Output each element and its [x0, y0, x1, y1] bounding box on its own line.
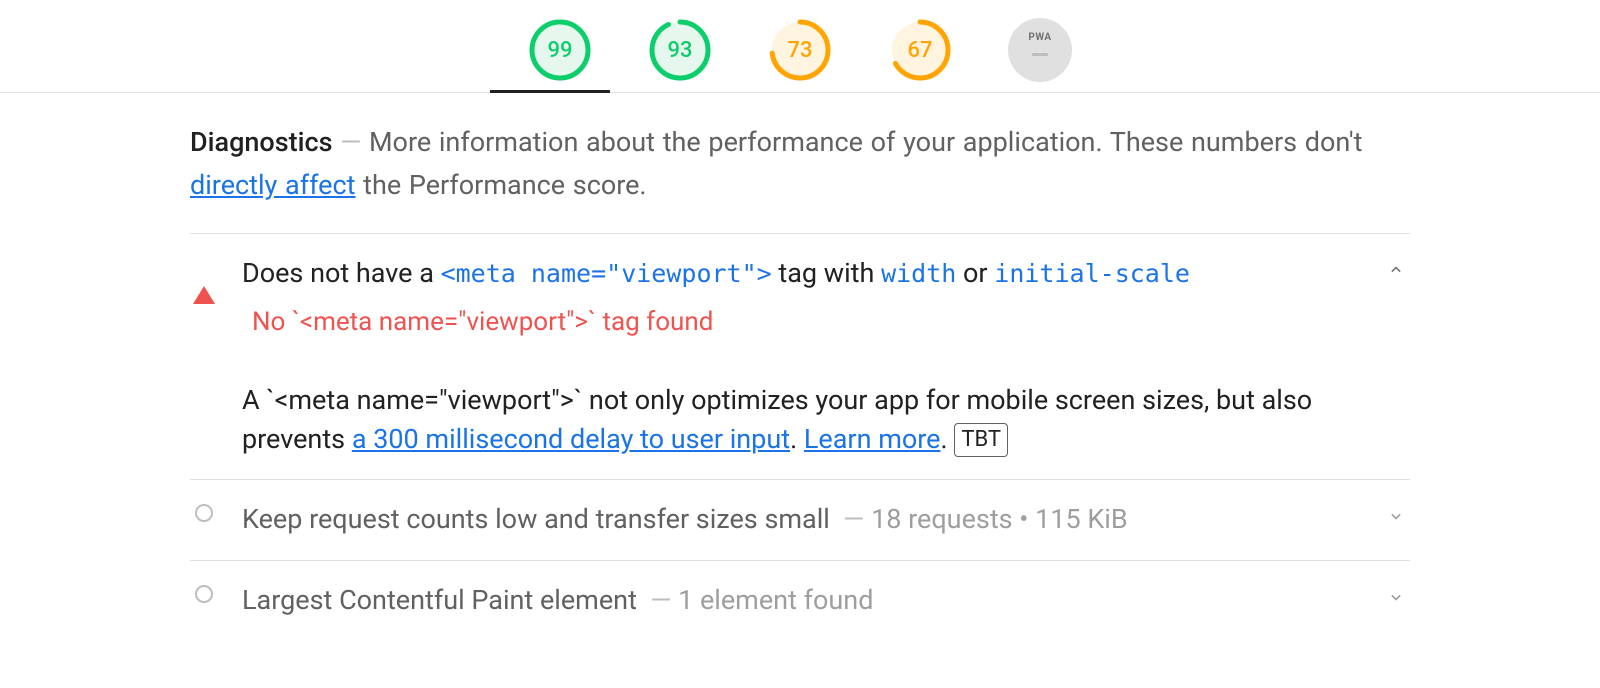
score-value: 99	[528, 18, 592, 82]
audit-description: A `<meta name="viewport">` not only opti…	[242, 355, 1410, 459]
scores-row: 99 93 73 67 PWA	[0, 0, 1600, 93]
pwa-dash-icon	[1032, 53, 1048, 56]
delay-link[interactable]: a 300 millisecond delay to user input	[352, 423, 790, 455]
chevron-down-icon	[1386, 506, 1406, 526]
collapse-toggle[interactable]	[1386, 260, 1406, 284]
expand-toggle[interactable]	[1386, 587, 1406, 611]
audit-error-message: No `<meta name="viewport">` tag found	[242, 294, 1410, 356]
desc-post: .	[941, 423, 955, 455]
pwa-label: PWA	[1028, 32, 1051, 43]
info-circle-icon	[195, 585, 213, 603]
score-value: 93	[648, 18, 712, 82]
desc-mid: .	[790, 423, 804, 455]
score-gauge-3[interactable]: 67	[888, 18, 952, 82]
diagnostics-desc-post: the Performance score.	[355, 169, 646, 201]
code-meta-viewport: <meta name="viewport">	[441, 259, 772, 288]
dash-separator: —	[650, 584, 671, 616]
active-tab-indicator	[490, 90, 610, 93]
score-gauge-0[interactable]: 99	[528, 18, 592, 82]
diagnostics-header: Diagnostics — More information about the…	[190, 121, 1410, 234]
diagnostics-section: Diagnostics — More information about the…	[190, 93, 1410, 640]
score-gauge-1[interactable]: 93	[648, 18, 712, 82]
audit-detail: 1 element found	[678, 584, 873, 616]
audit-title: Keep request counts low and transfer siz…	[242, 503, 830, 535]
directly-affect-link[interactable]: directly affect	[190, 169, 355, 201]
summary-text-mid: tag with	[772, 257, 881, 289]
dash-separator: —	[843, 503, 864, 535]
pwa-gauge[interactable]: PWA	[1008, 18, 1072, 82]
chevron-down-icon	[1386, 587, 1406, 607]
code-initial-scale: initial-scale	[994, 259, 1190, 288]
tbt-tag: TBT	[954, 423, 1008, 457]
learn-more-link[interactable]: Learn more	[804, 423, 941, 455]
score-value: 67	[888, 18, 952, 82]
chevron-up-icon	[1386, 260, 1406, 280]
diagnostics-title: Diagnostics	[190, 126, 332, 158]
diagnostics-desc-pre: More information about the performance o…	[369, 126, 1362, 158]
audit-lcp-element[interactable]: Largest Contentful Paint element — 1 ele…	[190, 561, 1410, 640]
info-circle-icon	[195, 504, 213, 522]
score-value: 73	[768, 18, 832, 82]
dash-separator: —	[340, 126, 361, 158]
audit-request-counts[interactable]: Keep request counts low and transfer siz…	[190, 480, 1410, 560]
audit-summary: Does not have a <meta name="viewport"> t…	[242, 254, 1410, 293]
score-gauge-2[interactable]: 73	[768, 18, 832, 82]
audit-detail: 18 requests • 115 KiB	[871, 503, 1128, 535]
fail-triangle-icon	[193, 286, 215, 304]
audit-title: Largest Contentful Paint element	[242, 584, 637, 616]
summary-text-or: or	[956, 257, 994, 289]
expand-toggle[interactable]	[1386, 506, 1406, 530]
summary-text-pre: Does not have a	[242, 257, 441, 289]
code-width: width	[881, 259, 956, 288]
audit-viewport-meta[interactable]: Does not have a <meta name="viewport"> t…	[190, 234, 1410, 480]
